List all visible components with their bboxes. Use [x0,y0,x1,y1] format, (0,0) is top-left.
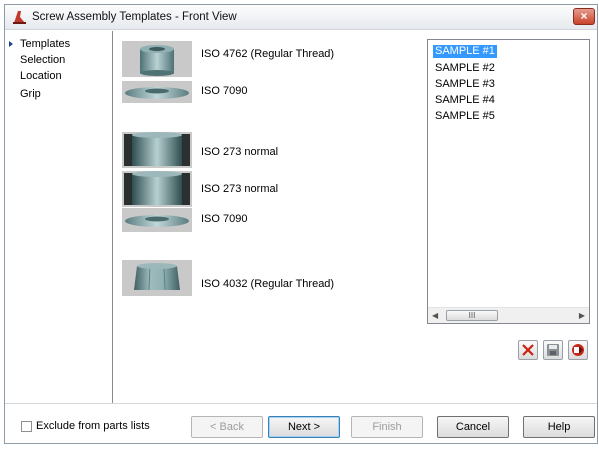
scroll-thumb[interactable]: III [446,310,498,321]
nav-item-grip[interactable]: Grip [20,88,41,100]
nav-item-location[interactable]: Location [20,70,62,82]
nav-item-label: Grip [20,88,41,100]
nav-item-label: Location [20,70,62,82]
exclude-from-parts-lists-label[interactable]: Exclude from parts lists [36,420,150,432]
socket-head-cap-screw-icon [122,41,192,77]
wizard-nav: Templates Selection Location Grip [5,31,113,403]
part-label: ISO 273 normal [201,146,279,158]
nav-item-selection[interactable]: Selection [20,54,65,66]
help-button[interactable]: Help [523,416,595,438]
part-label: ISO 4032 (Regular Thread) [201,278,335,290]
templates-listbox[interactable]: SAMPLE #1 SAMPLE #2 SAMPLE #3 SAMPLE #4 … [427,39,590,324]
back-button[interactable]: < Back [191,416,263,438]
close-button[interactable]: × [573,8,595,25]
title-bar[interactable]: Screw Assembly Templates - Front View × [5,5,597,30]
part-label: ISO 7090 [201,85,248,97]
through-hole-icon [122,171,192,207]
current-step-arrow-icon [9,41,13,47]
part-label: ISO 4762 (Regular Thread) [201,48,335,60]
part-label: ISO 7090 [201,213,248,225]
finish-button[interactable]: Finish [351,416,423,438]
scroll-right-icon[interactable]: ▶ [579,311,585,320]
washer-icon [122,81,192,103]
exclude-from-parts-lists-checkbox[interactable] [21,421,32,432]
delete-x-icon [522,344,534,356]
app-logo-icon [13,11,26,24]
scroll-left-icon[interactable]: ◀ [432,311,438,320]
save-icon [547,344,559,356]
list-item[interactable]: SAMPLE #2 [433,62,497,75]
close-icon: × [580,9,588,23]
through-hole-icon [122,132,192,168]
list-item[interactable]: SAMPLE #3 [433,78,497,91]
list-item[interactable]: SAMPLE #1 [433,45,497,58]
nav-item-label: Selection [20,54,66,66]
cancel-button[interactable]: Cancel [437,416,509,438]
horizontal-scrollbar[interactable]: ◀ III ▶ [428,307,589,323]
nav-item-templates[interactable]: Templates [9,38,71,50]
nav-item-label: Templates [20,38,71,50]
next-button[interactable]: Next > [268,416,340,438]
washer-icon [122,208,192,232]
window-title: Screw Assembly Templates - Front View [32,11,237,23]
part-label: ISO 273 normal [201,183,279,195]
list-item[interactable]: SAMPLE #5 [433,110,497,123]
dialog-window: Screw Assembly Templates - Front View × … [4,4,598,444]
list-item[interactable]: SAMPLE #4 [433,94,497,107]
delete-template-button[interactable] [518,340,538,360]
publish-template-button[interactable] [568,340,588,360]
save-template-button[interactable] [543,340,563,360]
publish-icon [572,344,584,356]
hex-nut-icon [122,260,192,296]
footer-divider [5,403,597,404]
